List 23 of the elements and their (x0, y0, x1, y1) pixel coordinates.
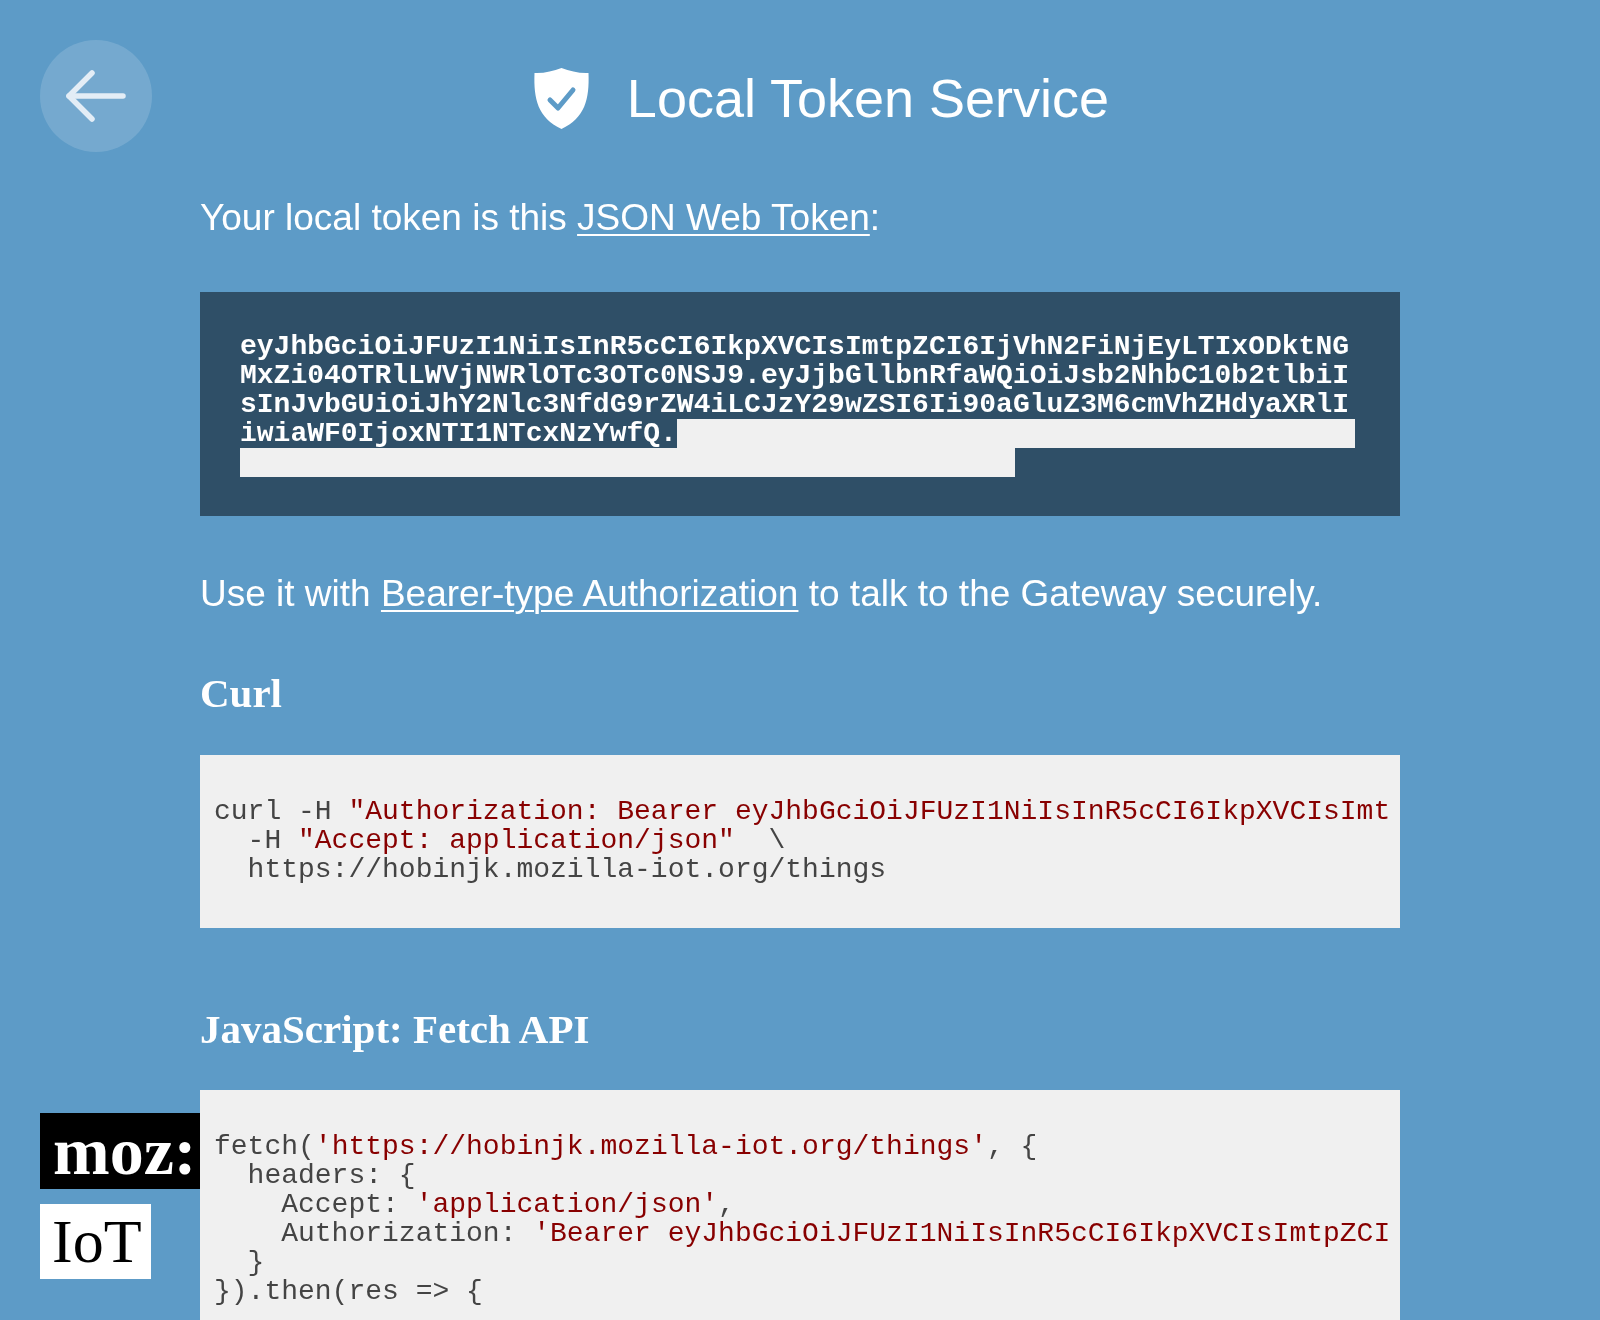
code-line: -H "Accept: application/json" \ (246, 826, 786, 855)
section-heading: JavaScript: Fetch API (200, 1005, 591, 1053)
link[interactable]: JSON Web Token (577, 197, 870, 238)
token-line: eyJhbGciOiJFUzI1NiIsInR5cCI6IkpXVCIsImtpZCI6IjVhN2FiNjEyLTIxODktNG (240, 332, 1349, 361)
usage-text: Use it with Bearer-type Authorization to talk to the Gateway securely. (200, 572, 1324, 616)
code-line: headers: { (246, 1161, 416, 1190)
token-line: MxZi04OTRlLWVjNWRlOTc3OTc0NSJ9.eyJjbGllbnRfaWQiOiJsb2NhbC10b2tlbiI (240, 361, 1349, 390)
token-line: sInJvbGUiOiJhY2Nlc3NfdG9rZW4iLCJzY29wZSI6Ii90aGluZ3M6cmVhZHdyaXRlI (240, 390, 1349, 419)
shield-check-icon (532, 67, 590, 129)
section-heading: Curl (200, 669, 283, 717)
code-line: curl -H "Authorization: Bearer eyJhbGciOiJFUzI1NiIsInR5cCI6IkpXVCIsImt (214, 797, 1391, 826)
link[interactable]: Bearer-type Authorization (380, 573, 799, 614)
code-line: } (246, 1248, 265, 1277)
logo-label: IoT (40, 1204, 151, 1279)
token-line: iwiaWF0IjoxNTI1NTcxNzYwfQ. (240, 419, 677, 448)
logo-wordmark: moz: (40, 1113, 200, 1189)
code-line: Authorization: 'Bearer eyJhbGciOiJFUzI1NiIsInR5cCI6IkpXVCIsImtpZCI (280, 1219, 1391, 1248)
intro-text: Your local token is this JSON Web Token: (200, 196, 882, 240)
code-line: fetch('https://hobinjk.mozilla-iot.org/things', { (214, 1132, 1038, 1161)
code-line: Accept: 'application/json', (280, 1190, 735, 1219)
page-title: Local Token Service (626, 67, 1110, 130)
code-line: }).then(res => { (214, 1277, 483, 1306)
code-line: https://hobinjk.mozilla-iot.org/things (246, 855, 887, 884)
